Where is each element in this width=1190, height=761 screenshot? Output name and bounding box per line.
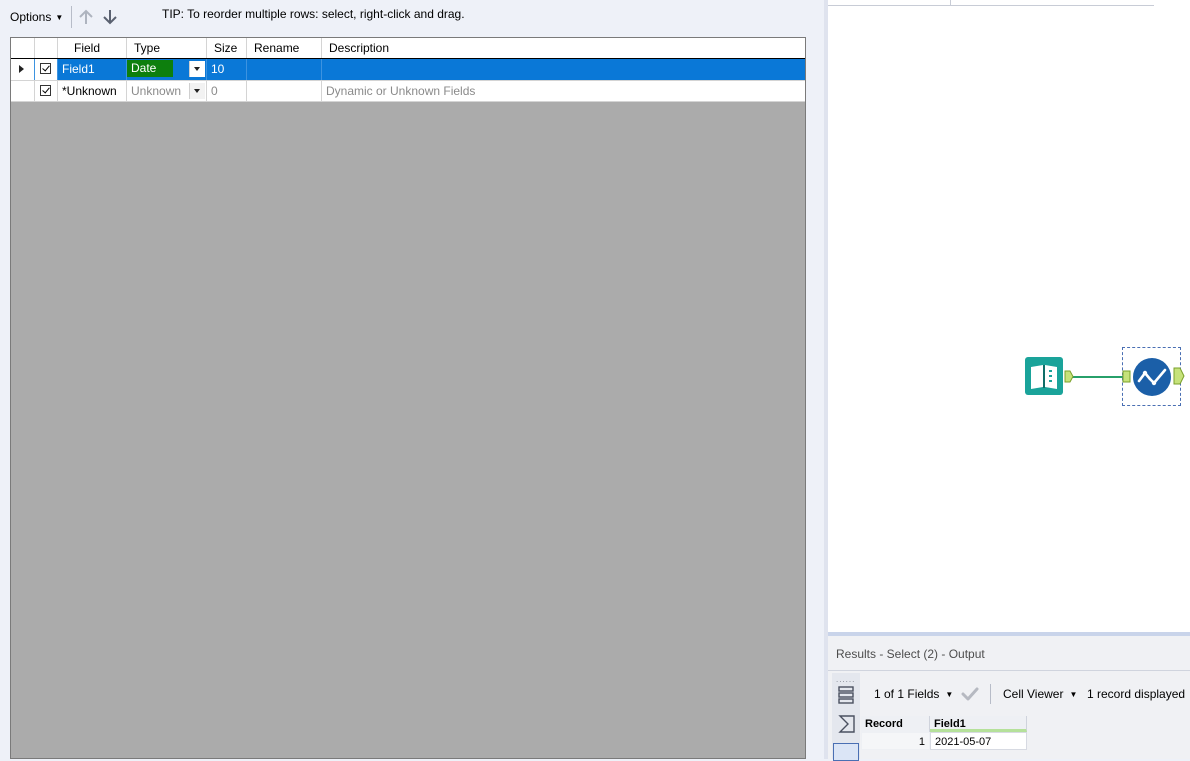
results-header-field1[interactable]: Field1	[930, 716, 1027, 732]
checkbox-header[interactable]	[35, 38, 58, 58]
move-down-button[interactable]	[98, 5, 122, 29]
results-header-divider	[828, 670, 1190, 671]
reorder-tip: TIP: To reorder multiple rows: select, r…	[162, 7, 465, 21]
column-header-size[interactable]: Size	[207, 38, 247, 58]
results-toolbar-separator	[990, 684, 991, 704]
options-label: Options	[10, 10, 52, 24]
results-table: Record Field1 1 2021-05-07	[861, 716, 1027, 752]
input-tool-output-anchor-icon[interactable]	[1064, 370, 1074, 383]
canvas-tab-separator	[950, 0, 951, 5]
column-header-type[interactable]: Type	[127, 38, 207, 58]
rename-cell[interactable]	[247, 81, 322, 101]
record-count: 1 record displayed	[1087, 687, 1186, 701]
field-name-cell[interactable]: Field1	[58, 59, 127, 80]
type-value: Date	[127, 60, 173, 77]
results-view-tab-icon[interactable]	[833, 743, 859, 761]
options-dropdown-button[interactable]: Options ▼	[6, 6, 67, 28]
canvas-tab-strip	[828, 0, 1154, 6]
row-indicator[interactable]	[11, 59, 35, 80]
move-up-button[interactable]	[74, 5, 98, 29]
grip-dots-icon[interactable]: ......	[836, 675, 855, 684]
current-row-arrow-icon	[19, 65, 24, 73]
type-dropdown-arrow-icon[interactable]	[189, 83, 205, 99]
column-header-rename[interactable]: Rename	[247, 38, 322, 58]
table-row[interactable]: Field1 Date 10	[11, 59, 805, 81]
field-grid: Field Type Size Rename Description Field…	[10, 37, 806, 759]
chevron-down-icon: ▼	[945, 690, 954, 700]
arrow-down-icon	[103, 10, 117, 25]
grid-header-row: Field Type Size Rename Description	[11, 38, 805, 59]
results-title: Results - Select (2) - Output	[836, 647, 985, 661]
description-cell[interactable]	[322, 59, 805, 80]
table-row[interactable]: *Unknown Unknown 0 Dynamic or Unknown Fi…	[11, 81, 805, 102]
row-indicator-header	[11, 38, 35, 58]
checkmark-icon[interactable]	[961, 686, 979, 702]
checkbox-checked-icon	[40, 63, 51, 74]
size-cell[interactable]: 10	[207, 59, 247, 80]
fields-label: 1 of 1 Fields	[874, 687, 940, 701]
fields-dropdown[interactable]: 1 of 1 Fields ▼	[874, 687, 953, 701]
results-record-number: 1	[861, 732, 930, 750]
workflow-canvas[interactable]	[828, 0, 1190, 632]
input-data-book-icon[interactable]	[1025, 357, 1063, 395]
select-tool-input-anchor-icon[interactable]	[1122, 370, 1131, 383]
column-header-field[interactable]: Field	[58, 38, 127, 58]
cell-viewer-dropdown[interactable]: Cell Viewer ▼	[1003, 687, 1077, 701]
metadata-sigma-icon[interactable]	[838, 715, 856, 733]
field-checkbox[interactable]	[35, 59, 58, 80]
connection-line[interactable]	[1072, 376, 1123, 378]
toolbar-separator	[71, 6, 72, 28]
field-checkbox[interactable]	[35, 81, 58, 101]
data-rows-icon[interactable]	[838, 686, 854, 704]
field-name-cell[interactable]: *Unknown	[58, 81, 127, 101]
row-indicator[interactable]	[11, 81, 35, 101]
results-cell-field1[interactable]: 2021-05-07	[930, 732, 1027, 750]
description-cell[interactable]: Dynamic or Unknown Fields	[322, 81, 805, 101]
type-dropdown-arrow-icon[interactable]	[189, 61, 205, 77]
cell-viewer-label: Cell Viewer	[1003, 687, 1064, 701]
config-toolbar: Options ▼ TIP: To reorder multiple rows: …	[0, 0, 824, 34]
column-header-description[interactable]: Description	[322, 38, 805, 58]
type-value: Unknown	[131, 84, 182, 98]
select-tool-check-icon[interactable]	[1132, 357, 1172, 397]
chevron-down-icon: ▼	[55, 12, 64, 22]
results-header-record[interactable]: Record	[861, 716, 930, 732]
chevron-down-icon: ▼	[1069, 690, 1078, 700]
size-cell[interactable]: 0	[207, 81, 247, 101]
arrow-up-icon	[79, 9, 93, 24]
checkbox-checked-icon	[40, 85, 51, 96]
select-tool-output-anchor-icon[interactable]	[1173, 367, 1185, 385]
type-select[interactable]: Date	[127, 59, 207, 80]
rename-cell[interactable]	[247, 59, 322, 80]
type-select[interactable]: Unknown	[127, 81, 207, 101]
